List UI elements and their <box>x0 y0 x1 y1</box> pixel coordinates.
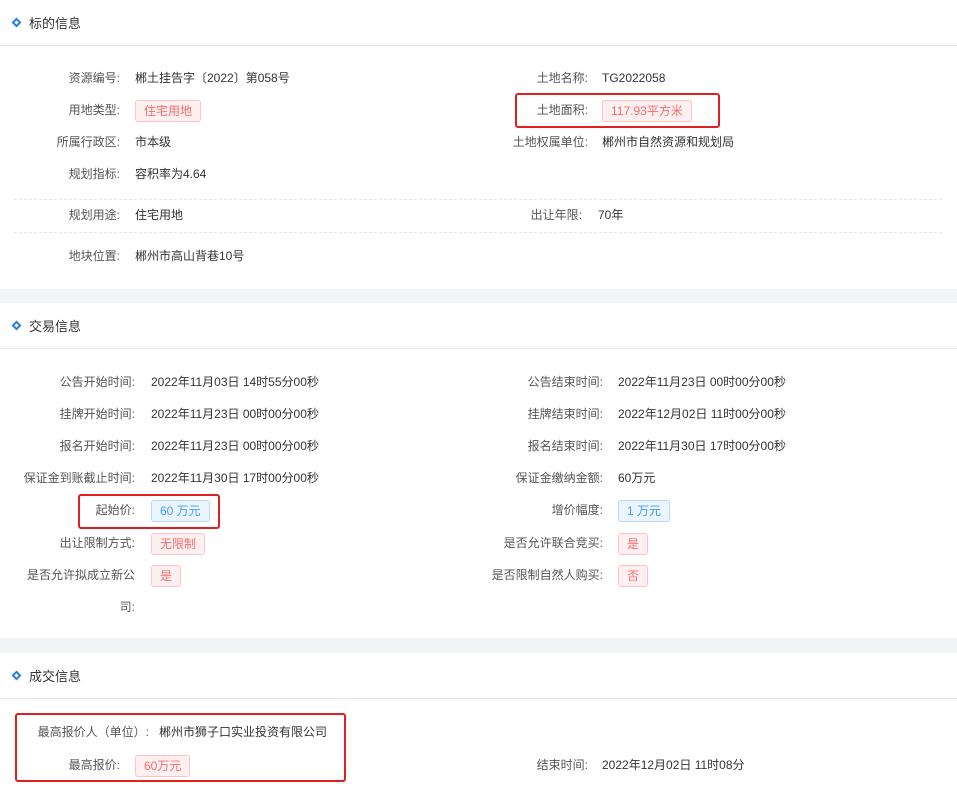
deposit-deadline-value: 2022年11月30日 17时00分00秒 <box>151 471 319 485</box>
increment-tag: 1 万元 <box>618 500 671 522</box>
land-name-value: TG2022058 <box>602 71 666 85</box>
trade-info-section: 交易信息 公告开始时间: 2022年11月03日 14时55分00秒 公告结束时… <box>0 303 957 638</box>
owner-label: 土地权属单位: <box>512 135 588 149</box>
district-label: 所属行政区: <box>56 135 120 149</box>
diamond-icon <box>11 670 22 681</box>
land-name-label: 土地名称: <box>536 71 588 85</box>
trade-info-header: 交易信息 <box>0 303 957 349</box>
signup-end-label: 报名结束时间: <box>527 439 603 453</box>
new-company-label: 是否允许拟成立新公 <box>26 568 135 582</box>
target-info-header: 标的信息 <box>0 0 957 46</box>
natural-person-label: 是否限制自然人购买: <box>491 568 603 582</box>
end-time-value: 2022年12月02日 11时08分 <box>602 758 745 772</box>
notice-end-label: 公告结束时间: <box>527 375 603 389</box>
land-area-highlight <box>515 93 720 128</box>
signup-start-value: 2022年11月23日 00时00分00秒 <box>151 439 319 453</box>
listing-start-label: 挂牌开始时间: <box>59 407 135 421</box>
restriction-tag: 无限制 <box>151 533 206 555</box>
listing-end-label: 挂牌结束时间: <box>527 407 603 421</box>
signup-end-value: 2022年11月30日 17时00分00秒 <box>618 439 786 453</box>
owner-value: 郴州市自然资源和规划局 <box>602 135 735 149</box>
end-time-label: 结束时间: <box>536 758 588 772</box>
deposit-amount-value: 60万元 <box>618 471 656 485</box>
land-type-label: 用地类型: <box>68 103 120 117</box>
new-company-label-wrap: 司: <box>119 600 135 614</box>
plan-index-value: 容积率为4.64 <box>135 167 207 181</box>
plan-use-label: 规划用途: <box>68 208 120 222</box>
increment-label: 增价幅度: <box>551 503 603 517</box>
section-title: 成交信息 <box>29 669 82 684</box>
term-value: 70年 <box>598 208 624 222</box>
top-bidder-highlight <box>15 713 346 782</box>
location-value: 郴州市高山背巷10号 <box>135 249 245 263</box>
notice-start-label: 公告开始时间: <box>59 375 135 389</box>
listing-start-value: 2022年11月23日 00时00分00秒 <box>151 407 319 421</box>
district-value: 市本级 <box>135 135 172 149</box>
term-label: 出让年限: <box>530 208 582 222</box>
start-price-highlight <box>78 494 220 529</box>
section-title: 标的信息 <box>29 16 82 31</box>
resource-no-value: 郴土挂告字〔2022〕第058号 <box>135 71 290 85</box>
target-info-section: 标的信息 资源编号: 郴土挂告字〔2022〕第058号 土地名称: TG2022… <box>0 0 957 289</box>
notice-start-value: 2022年11月03日 14时55分00秒 <box>151 375 319 389</box>
deposit-amount-label: 保证金缴纳金额: <box>515 471 603 485</box>
deposit-deadline-label: 保证金到账截止时间: <box>23 471 135 485</box>
plan-index-label: 规划指标: <box>68 167 120 181</box>
notice-end-value: 2022年11月23日 00时00分00秒 <box>618 375 786 389</box>
plan-use-value: 住宅用地 <box>135 208 184 222</box>
row-divider <box>14 199 942 200</box>
joint-bid-label: 是否允许联合竞买: <box>503 536 603 550</box>
listing-end-value: 2022年12月02日 11时00分00秒 <box>618 407 786 421</box>
deal-info-header: 成交信息 <box>0 653 957 699</box>
signup-start-label: 报名开始时间: <box>59 439 135 453</box>
resource-no-label: 资源编号: <box>68 71 120 85</box>
row-divider <box>14 232 942 233</box>
new-company-tag: 是 <box>151 565 182 587</box>
diamond-icon <box>11 320 22 331</box>
land-type-tag: 住宅用地 <box>135 100 202 122</box>
location-label: 地块位置: <box>68 249 120 263</box>
diamond-icon <box>11 17 22 28</box>
natural-person-tag: 否 <box>618 565 649 587</box>
restriction-label: 出让限制方式: <box>59 536 135 550</box>
joint-bid-tag: 是 <box>618 533 649 555</box>
section-title: 交易信息 <box>29 319 82 334</box>
